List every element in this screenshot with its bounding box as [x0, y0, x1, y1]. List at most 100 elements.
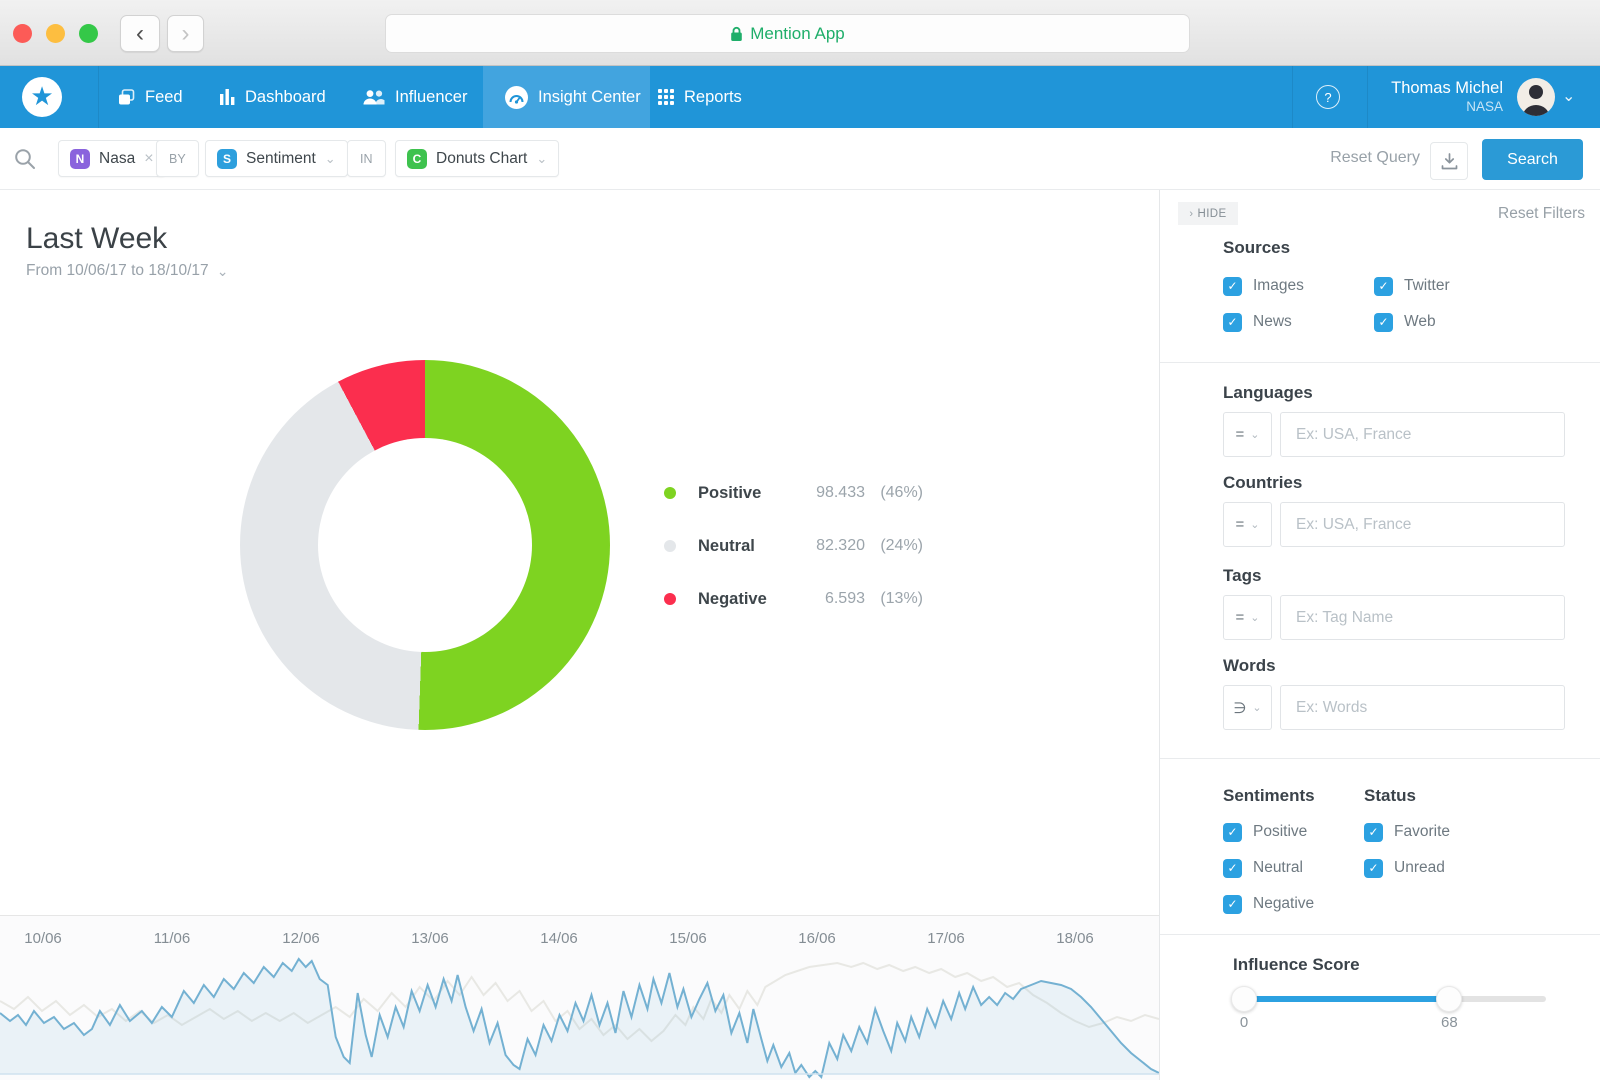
app-logo[interactable]: ★ — [22, 77, 62, 117]
legend-item-positive[interactable]: Positive 98.433 (46%) — [664, 481, 923, 505]
influence-slider-track[interactable] — [1244, 996, 1546, 1002]
search-button[interactable]: Search — [1482, 139, 1583, 180]
countries-input[interactable] — [1280, 502, 1565, 547]
checkbox-neutral[interactable]: ✓ Neutral — [1223, 858, 1303, 878]
address-bar[interactable]: Mention App — [385, 14, 1190, 53]
influence-slider-handle-min[interactable] — [1231, 986, 1257, 1012]
legend-label: Negative — [698, 590, 767, 609]
hide-label: HIDE — [1198, 208, 1227, 220]
countries-title: Countries — [1223, 473, 1302, 493]
checkbox[interactable]: ✓ — [1223, 823, 1242, 842]
nav-label: Influencer — [395, 88, 467, 107]
groupby-chip[interactable]: S Sentiment ⌄ — [205, 140, 348, 177]
operator-in: IN — [347, 140, 386, 177]
user-organization: NASA — [1343, 99, 1503, 116]
donut-chart[interactable] — [240, 360, 610, 730]
traffic-light-minimize[interactable] — [46, 24, 65, 43]
date-range[interactable]: From 10/06/17 to 18/10/17 ⌄ — [26, 262, 228, 280]
nav-label: Feed — [145, 88, 183, 107]
influence-slider-handle-max[interactable] — [1436, 986, 1462, 1012]
traffic-light-zoom[interactable] — [79, 24, 98, 43]
timeline-chart[interactable] — [0, 951, 1159, 1081]
operator-by: BY — [156, 140, 199, 177]
reset-query-link[interactable]: Reset Query — [1330, 149, 1420, 167]
legend-percent: (13%) — [865, 590, 923, 608]
user-menu[interactable]: Thomas Michel NASA — [1343, 78, 1503, 116]
nav-item-feed[interactable]: Feed — [118, 66, 183, 128]
languages-input[interactable] — [1280, 412, 1565, 457]
checkbox-negative[interactable]: ✓ Negative — [1223, 894, 1314, 914]
chevron-down-icon[interactable]: ⌄ — [325, 151, 336, 167]
divider — [1160, 758, 1600, 759]
checkbox[interactable]: ✓ — [1364, 859, 1383, 878]
divider — [1160, 362, 1600, 363]
back-button[interactable]: ‹ — [120, 15, 160, 52]
nav-item-insight-center[interactable]: Insight Center — [483, 66, 650, 128]
person-silhouette-icon — [1517, 78, 1555, 116]
checkbox-images[interactable]: ✓ Images — [1223, 276, 1304, 296]
traffic-light-close[interactable] — [13, 24, 32, 43]
check-icon: ✓ — [1227, 279, 1237, 293]
help-button[interactable]: ? — [1316, 85, 1340, 109]
avatar[interactable] — [1517, 78, 1555, 116]
check-icon: ✓ — [1378, 315, 1388, 329]
reset-filters-link[interactable]: Reset Filters — [1498, 205, 1585, 223]
checkbox-web[interactable]: ✓ Web — [1374, 312, 1436, 332]
tags-title: Tags — [1223, 566, 1261, 586]
chevron-right-icon: › — [1189, 208, 1193, 220]
checkbox-twitter[interactable]: ✓ Twitter — [1374, 276, 1450, 296]
operator-label: BY — [169, 152, 186, 166]
checkbox[interactable]: ✓ — [1374, 313, 1393, 332]
hide-sidebar-button[interactable]: › HIDE — [1178, 202, 1238, 225]
date-tick: 11/06 — [154, 930, 190, 947]
download-icon — [1441, 153, 1458, 170]
tags-input[interactable] — [1280, 595, 1565, 640]
chevron-right-icon: › — [182, 22, 190, 46]
countries-operator-dropdown[interactable]: = ⌄ — [1223, 502, 1272, 547]
checkbox-label: Negative — [1253, 895, 1314, 913]
question-icon: ? — [1324, 90, 1331, 105]
nav-item-dashboard[interactable]: Dashboard — [220, 66, 326, 128]
legend-item-negative[interactable]: Negative 6.593 (13%) — [664, 587, 923, 611]
checkbox-news[interactable]: ✓ News — [1223, 312, 1292, 332]
checkbox[interactable]: ✓ — [1223, 313, 1242, 332]
checkbox-unread[interactable]: ✓ Unread — [1364, 858, 1445, 878]
download-button[interactable] — [1430, 142, 1468, 180]
checkbox-label: Web — [1404, 313, 1436, 331]
checkbox-label: Neutral — [1253, 859, 1303, 877]
checkbox-favorite[interactable]: ✓ Favorite — [1364, 822, 1450, 842]
chevron-down-icon[interactable]: ⌄ — [1562, 86, 1575, 106]
checkbox[interactable]: ✓ — [1223, 895, 1242, 914]
legend-item-neutral[interactable]: Neutral 82.320 (24%) — [664, 534, 923, 558]
languages-operator-dropdown[interactable]: = ⌄ — [1223, 412, 1272, 457]
nav-item-influencer[interactable]: Influencer — [363, 66, 467, 128]
checkbox[interactable]: ✓ — [1223, 859, 1242, 878]
checkbox-positive[interactable]: ✓ Positive — [1223, 822, 1307, 842]
chevron-down-icon[interactable]: ⌄ — [536, 151, 547, 167]
influence-max-label: 68 — [1441, 1014, 1458, 1031]
influence-min-label: 0 — [1240, 1014, 1248, 1031]
keyword-chip[interactable]: N Nasa × — [58, 140, 166, 177]
forward-button[interactable]: › — [167, 15, 204, 52]
legend-percent: (24%) — [865, 537, 923, 555]
words-operator-dropdown[interactable]: ∋ ⌄ — [1223, 685, 1272, 730]
check-icon: ✓ — [1368, 825, 1378, 839]
languages-title: Languages — [1223, 383, 1313, 403]
close-icon[interactable]: × — [144, 150, 153, 168]
checkbox[interactable]: ✓ — [1364, 823, 1383, 842]
page-url-title: Mention App — [750, 24, 845, 44]
tags-operator-dropdown[interactable]: = ⌄ — [1223, 595, 1272, 640]
sources-title: Sources — [1223, 238, 1290, 258]
operator-symbol: = — [1236, 516, 1245, 533]
legend-value: 82.320 — [816, 537, 865, 555]
chart-type-chip[interactable]: C Donuts Chart ⌄ — [395, 140, 559, 177]
legend-percent: (46%) — [865, 484, 923, 502]
nav-divider — [98, 66, 99, 128]
page-title: Last Week — [26, 222, 167, 256]
nav-item-reports[interactable]: Reports — [658, 66, 742, 128]
words-input[interactable] — [1280, 685, 1565, 730]
checkbox[interactable]: ✓ — [1374, 277, 1393, 296]
checkbox[interactable]: ✓ — [1223, 277, 1242, 296]
checkbox-label: News — [1253, 313, 1292, 331]
chevron-down-icon: ⌄ — [1250, 611, 1259, 624]
